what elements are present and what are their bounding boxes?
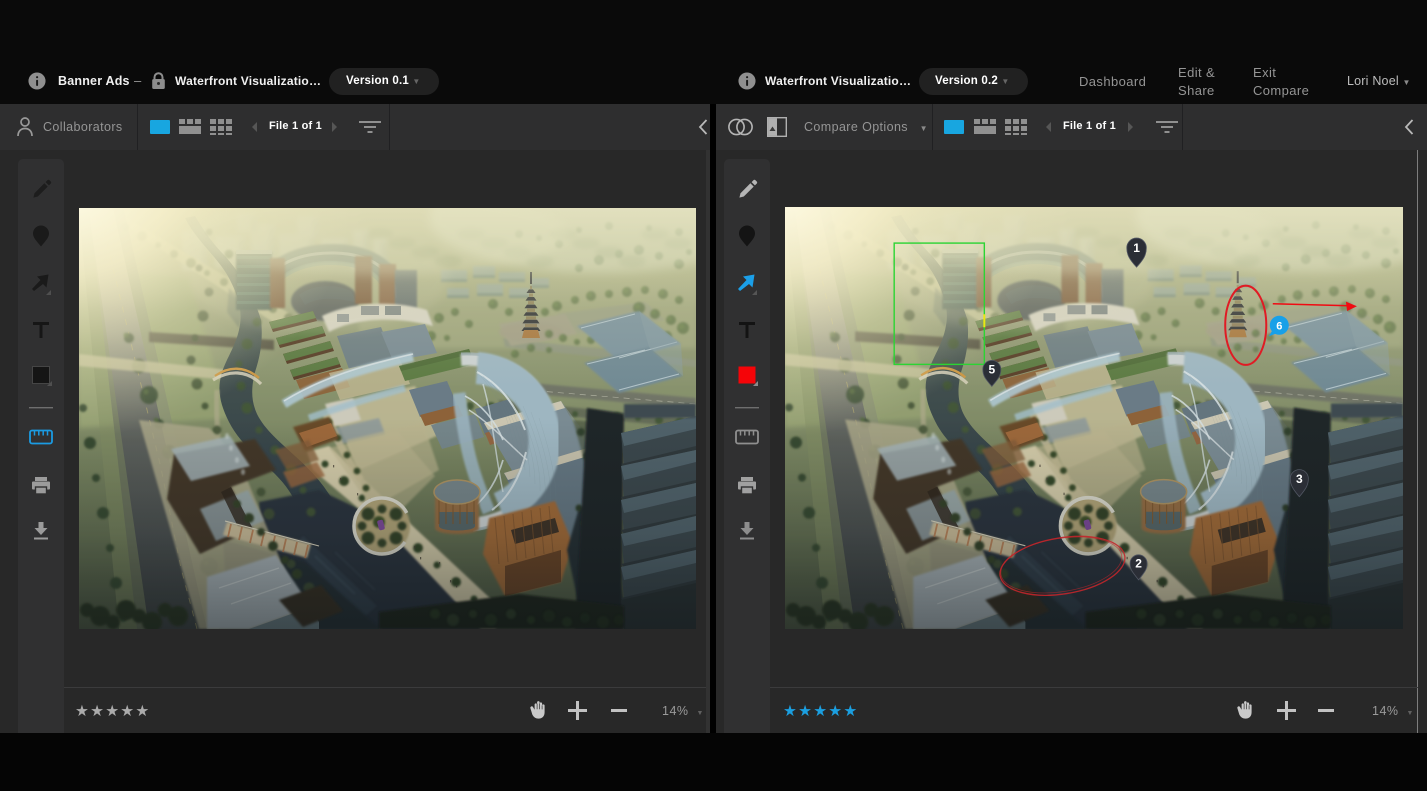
svg-text:3: 3 [1296, 472, 1303, 486]
svg-text:5: 5 [988, 363, 995, 377]
svg-text:6: 6 [1276, 321, 1282, 333]
svg-text:2: 2 [1135, 557, 1142, 571]
svg-text:1: 1 [1133, 241, 1140, 255]
